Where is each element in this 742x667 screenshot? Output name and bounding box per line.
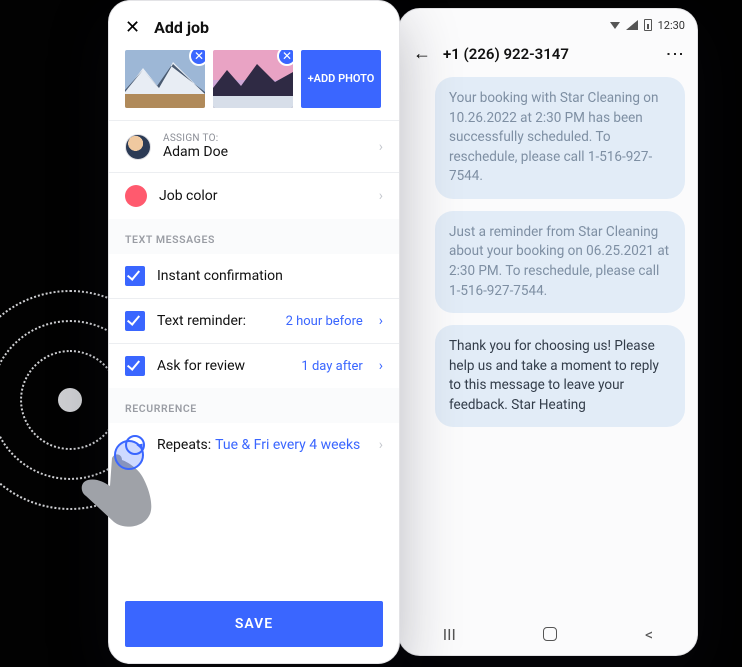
page-title: Add job [154, 18, 209, 37]
color-swatch [125, 185, 147, 207]
chevron-right-icon: › [379, 139, 383, 155]
sms-header: ← +1 (226) 922-3147 ⋮ [399, 37, 697, 73]
chevron-right-icon: › [379, 437, 383, 453]
option-value[interactable]: 1 day after [301, 359, 362, 374]
checkbox-checked-icon[interactable] [125, 356, 145, 376]
job-color-row[interactable]: Job color › [109, 173, 399, 219]
option-label: Instant confirmation [157, 268, 383, 284]
clock: 12:30 [658, 19, 685, 32]
checkbox-checked-icon[interactable] [125, 266, 145, 286]
add-photo-button[interactable]: +ADD PHOTO [301, 50, 381, 108]
contact-name: +1 (226) 922-3147 [443, 45, 653, 63]
chevron-right-icon: › [379, 358, 383, 374]
android-nav: III < [399, 613, 697, 655]
repeats-label: Repeats: [157, 437, 211, 453]
more-icon[interactable]: ⋮ [665, 45, 683, 63]
photo-thumb[interactable]: ✕ [125, 50, 205, 108]
close-icon[interactable]: ✕ [125, 17, 140, 38]
chevron-right-icon: › [379, 188, 383, 204]
signal-icon [626, 20, 638, 30]
sms-bubble: Just a reminder from Star Cleaning about… [435, 211, 685, 313]
avatar [125, 134, 151, 160]
job-color-label: Job color [159, 188, 367, 204]
nav-back-icon[interactable]: < [645, 625, 653, 644]
section-recurrence: RECURRENCE [109, 388, 399, 423]
repeats-value: Tue & Fri every 4 weeks [215, 437, 360, 453]
wifi-icon [610, 22, 620, 29]
text-reminder-row[interactable]: Text reminder: 2 hour before › [109, 299, 399, 343]
assignee-name: Adam Doe [163, 144, 367, 160]
sms-bubble: Thank you for choosing us! Please help u… [435, 325, 685, 427]
option-value[interactable]: 2 hour before [286, 314, 363, 329]
repeat-icon [125, 435, 145, 455]
sms-phone: 12:30 ← +1 (226) 922-3147 ⋮ Your booking… [398, 8, 698, 656]
section-text-messages: TEXT MESSAGES [109, 219, 399, 254]
nav-home-icon[interactable] [543, 627, 557, 641]
sms-bubble: Your booking with Star Cleaning on 10.26… [435, 77, 685, 199]
assign-label: ASSIGN TO: [163, 133, 367, 144]
photo-thumb[interactable]: ✕ [213, 50, 293, 108]
photo-row: ✕ ✕ +ADD PHOTO [109, 50, 399, 120]
option-label: Ask for review [157, 358, 289, 374]
chevron-right-icon: › [379, 313, 383, 329]
battery-icon [644, 19, 652, 31]
repeats-row[interactable]: Repeats: Tue & Fri every 4 weeks › [109, 423, 399, 467]
checkbox-checked-icon[interactable] [125, 311, 145, 331]
save-button[interactable]: SAVE [125, 601, 383, 647]
add-job-header: ✕ Add job [109, 1, 399, 50]
message-list: Your booking with Star Cleaning on 10.26… [399, 73, 697, 613]
ask-review-row[interactable]: Ask for review 1 day after › [109, 344, 399, 388]
assign-row[interactable]: ASSIGN TO: Adam Doe › [109, 121, 399, 172]
option-label: Text reminder: [157, 313, 274, 329]
status-bar: 12:30 [399, 9, 697, 37]
add-job-phone: ✕ Add job ✕ ✕ +ADD PHOTO A [108, 0, 400, 664]
nav-recents-icon[interactable]: III [443, 625, 456, 644]
back-icon[interactable]: ← [413, 45, 431, 63]
instant-confirmation-row[interactable]: Instant confirmation [109, 254, 399, 298]
